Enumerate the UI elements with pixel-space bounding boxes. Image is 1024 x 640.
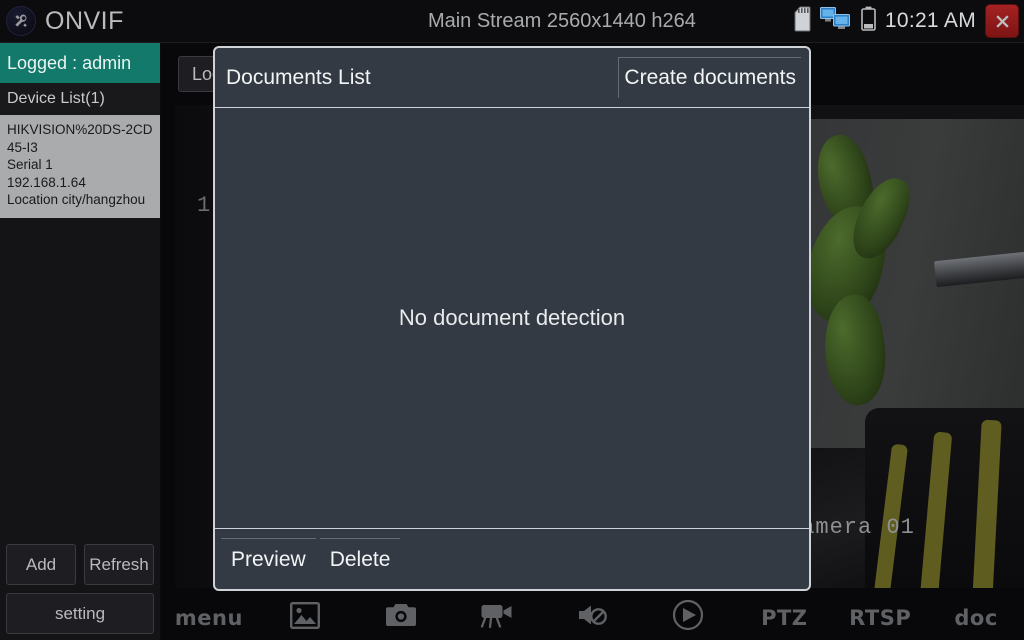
camera-snapshot-icon [385, 602, 417, 633]
video-record-icon [480, 602, 514, 633]
toolbar-gallery-button[interactable] [257, 595, 353, 640]
menu-text-icon: menu [174, 605, 243, 630]
device-list-item[interactable]: HIKVISION%20DS-2CD3T 45-I3 Serial 1 192.… [0, 115, 160, 218]
sidebar-action-row: Add Refresh [6, 544, 154, 585]
toolbar-menu-button[interactable]: menu [161, 595, 257, 640]
toolbar-record-button[interactable] [449, 595, 545, 640]
preview-button[interactable]: Preview [221, 537, 316, 581]
dialog-header: Documents List Create documents [215, 48, 809, 108]
video-channel-number: 1 [197, 193, 211, 218]
app-title: ONVIF [45, 6, 124, 35]
create-documents-button[interactable]: Create documents [618, 57, 801, 98]
toolbar-mute-button[interactable] [545, 595, 641, 640]
device-ip: 192.168.1.64 [7, 174, 86, 190]
status-bar-left: ONVIF [0, 6, 330, 36]
toolbar-doc-button[interactable]: doc [928, 595, 1024, 640]
status-bar-right: 10:21 AM [794, 4, 1024, 38]
setting-button[interactable]: setting [6, 593, 154, 634]
play-circle-icon [672, 599, 704, 636]
dialog-footer: Preview Delete [215, 529, 809, 589]
empty-state-message: No document detection [398, 305, 626, 330]
scene-plant [799, 129, 930, 415]
toolbar-snapshot-button[interactable] [353, 595, 449, 640]
logged-user-banner: Logged : admin [0, 43, 160, 83]
scene-chair-back [865, 408, 1024, 588]
onvif-app-window: ONVIF Main Stream 2560x1440 h264 10:21 A… [0, 0, 1024, 640]
battery-icon [861, 6, 876, 36]
toolbar-rtsp-button[interactable]: RTSP [832, 595, 928, 640]
doc-text-icon: doc [954, 605, 998, 630]
dialog-body: No document detection [215, 108, 809, 529]
onvif-tool-icon [6, 6, 36, 36]
stream-title: Main Stream 2560x1440 h264 [427, 9, 696, 32]
sidebar-actions: Add Refresh setting [0, 538, 160, 640]
refresh-button[interactable]: Refresh [84, 544, 154, 585]
ptz-text-icon: PTZ [761, 605, 808, 630]
image-gallery-icon [289, 601, 320, 634]
dialog-title: Documents List [226, 65, 371, 89]
device-list-header: Device List(1) [0, 83, 160, 115]
sidebar: Logged : admin Device List(1) HIKVISION%… [0, 43, 160, 640]
close-x-icon[interactable] [985, 4, 1019, 38]
device-location: Location city/hangzhou [7, 192, 146, 207]
add-button[interactable]: Add [6, 544, 76, 585]
clock-time: 10:21 AM [884, 9, 976, 32]
delete-button[interactable]: Delete [319, 537, 401, 581]
device-name-continued: 45-I3 [7, 139, 38, 155]
documents-list-dialog: Documents List Create documents No docum… [213, 46, 811, 591]
device-serial: Serial 1 [7, 157, 53, 172]
sd-card-icon [794, 6, 811, 37]
rtsp-text-icon: RTSP [849, 605, 912, 630]
status-bar: ONVIF Main Stream 2560x1440 h264 10:21 A… [0, 0, 1024, 43]
toolbar-play-button[interactable] [640, 595, 736, 640]
speaker-mute-icon [577, 602, 609, 633]
bottom-toolbar: menu PTZ RTSP doc [161, 595, 1024, 640]
toolbar-ptz-button[interactable]: PTZ [736, 595, 832, 640]
network-computers-icon [819, 6, 852, 36]
device-name: HIKVISION%20DS-2CD3T [7, 122, 153, 137]
